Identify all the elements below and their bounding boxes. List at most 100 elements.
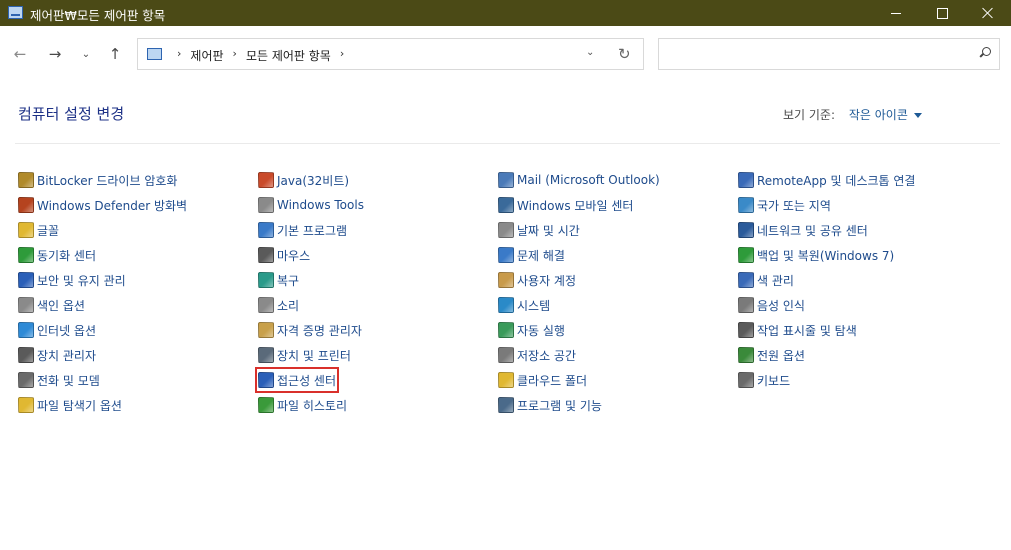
control-panel-item[interactable]: 자격 증명 관리자 (258, 320, 362, 340)
control-panel-item-label: 파일 히스토리 (277, 398, 348, 413)
page-title: 컴퓨터 설정 변경 (18, 105, 125, 123)
control-panel-item[interactable]: 네트워크 및 공유 센터 (738, 220, 868, 240)
breadcrumb: › 제어판 › 모든 제어판 항목 › (168, 47, 353, 64)
search-icon[interactable] (980, 47, 991, 57)
control-panel-item-label: 마우스 (277, 248, 311, 263)
view-by-label: 보기 기준: (783, 108, 836, 122)
control-panel-item[interactable]: 프로그램 및 기능 (498, 395, 602, 415)
control-panel-item[interactable]: 동기화 센터 (18, 245, 96, 265)
programs-icon (498, 397, 514, 413)
close-button[interactable] (965, 0, 1011, 26)
control-panel-item[interactable]: RemoteApp 및 데스크톱 연결 (738, 170, 915, 190)
remoteapp-icon (738, 172, 754, 188)
control-panel-item[interactable]: BitLocker 드라이브 암호화 (18, 170, 177, 190)
control-panel-item[interactable]: 전원 옵션 (738, 345, 805, 365)
control-panel-item[interactable]: 파일 히스토리 (258, 395, 347, 415)
control-panel-item[interactable]: 글꼴 (18, 220, 59, 240)
java-icon (258, 172, 274, 188)
control-panel-item[interactable]: Windows Defender 방화벽 (18, 195, 187, 215)
control-panel-item[interactable]: 마우스 (258, 245, 310, 265)
control-panel-item[interactable]: 색인 옵션 (18, 295, 85, 315)
flag-icon (18, 272, 34, 288)
control-panel-item-label: 접근성 센터 (277, 373, 337, 388)
control-panel-item[interactable]: 파일 탐색기 옵션 (18, 395, 122, 415)
control-panel-item[interactable]: Java(32비트) (258, 170, 349, 190)
control-panel-item-label: 작업 표시줄 및 탐색 (757, 323, 857, 338)
control-panel-item-label: BitLocker 드라이브 암호화 (37, 173, 178, 188)
back-button[interactable]: ← (9, 44, 31, 64)
up-button[interactable]: ↑ (104, 44, 126, 64)
control-panel-item[interactable]: 복구 (258, 270, 299, 290)
control-panel-item-label: 날짜 및 시간 (517, 223, 580, 238)
breadcrumb-separator[interactable]: › (340, 47, 344, 64)
control-panel-item[interactable]: 시스템 (498, 295, 550, 315)
control-panel-item-label: Windows 모바일 센터 (517, 198, 634, 213)
window-title: 제어판₩모든 제어판 항목 (30, 8, 166, 23)
view-by-value[interactable]: 작은 아이콘 (849, 108, 908, 122)
control-panel-item-label: 글꼴 (37, 223, 60, 238)
breadcrumb-control-panel[interactable]: 제어판 (190, 47, 223, 64)
recent-locations-button[interactable]: ⌄ (75, 44, 97, 64)
search-input[interactable] (658, 38, 1000, 70)
breadcrumb-separator[interactable]: › (233, 47, 237, 64)
fonts-icon (18, 222, 34, 238)
taskbar-icon (738, 322, 754, 338)
control-panel-item[interactable]: 전화 및 모뎀 (18, 370, 100, 390)
control-panel-item[interactable]: 날짜 및 시간 (498, 220, 580, 240)
control-panel-item[interactable]: Windows 모바일 센터 (498, 195, 633, 215)
control-panel-item[interactable]: 사용자 계정 (498, 270, 576, 290)
close-icon (982, 7, 994, 19)
network-icon (738, 222, 754, 238)
control-panel-item-label: Java(32비트) (277, 173, 350, 188)
control-panel-item-label: 국가 또는 지역 (757, 198, 831, 213)
control-panel-icon (8, 6, 23, 19)
control-panel-item[interactable]: 클라우드 폴더 (498, 370, 587, 390)
maximize-button[interactable] (919, 0, 965, 26)
control-panel-item[interactable]: 음성 인식 (738, 295, 805, 315)
users-icon (498, 272, 514, 288)
control-panel-item-label: 파일 탐색기 옵션 (37, 398, 122, 413)
control-panel-item[interactable]: 장치 관리자 (18, 345, 96, 365)
control-panel-item[interactable]: 문제 해결 (498, 245, 565, 265)
control-panel-item[interactable]: Windows Tools (258, 195, 364, 215)
device-manager-icon (18, 347, 34, 363)
control-panel-item-label: 네트워크 및 공유 센터 (757, 223, 868, 238)
view-by-dropdown[interactable]: 작은 아이콘 (849, 108, 922, 122)
control-panel-item-label: 키보드 (757, 373, 791, 388)
control-panel-item[interactable]: 소리 (258, 295, 299, 315)
forward-button[interactable]: → (44, 44, 66, 64)
clock-icon (498, 222, 514, 238)
control-panel-item[interactable]: 장치 및 프린터 (258, 345, 351, 365)
control-panel-item[interactable]: Mail (Microsoft Outlook) (498, 170, 660, 190)
refresh-button[interactable]: ↻ (618, 45, 631, 63)
control-panel-item[interactable]: 보안 및 유지 관리 (18, 270, 126, 290)
storage-icon (498, 347, 514, 363)
address-bar[interactable]: › 제어판 › 모든 제어판 항목 › ⌄ ↻ (137, 38, 644, 70)
control-panel-item-label: 음성 인식 (757, 298, 805, 313)
control-panel-item[interactable]: 저장소 공간 (498, 345, 576, 365)
control-panel-item[interactable]: 국가 또는 지역 (738, 195, 831, 215)
control-panel-item-label: 보안 및 유지 관리 (37, 273, 126, 288)
chevron-down-icon[interactable] (913, 113, 922, 118)
autoplay-icon (498, 322, 514, 338)
control-panel-item[interactable]: 기본 프로그램 (258, 220, 347, 240)
address-dropdown-button[interactable]: ⌄ (586, 47, 594, 58)
control-panel-item[interactable]: 키보드 (738, 370, 790, 390)
control-panel-item[interactable]: 자동 실행 (498, 320, 565, 340)
control-panel-item[interactable]: 인터넷 옵션 (18, 320, 96, 340)
indexing-icon (18, 297, 34, 313)
phone-modem-icon (18, 372, 34, 388)
control-panel-item-label: 전화 및 모뎀 (37, 373, 100, 388)
control-panel-item[interactable]: 작업 표시줄 및 탐색 (738, 320, 857, 340)
control-panel-item[interactable]: 백업 및 복원(Windows 7) (738, 245, 894, 265)
breadcrumb-all-items[interactable]: 모든 제어판 항목 (246, 47, 331, 64)
minimize-button[interactable] (873, 0, 919, 26)
control-panel-item-label: 자격 증명 관리자 (277, 323, 362, 338)
breadcrumb-separator[interactable]: › (177, 47, 181, 64)
microphone-icon (738, 297, 754, 313)
control-panel-item[interactable]: 색 관리 (738, 270, 794, 290)
troubleshoot-icon (498, 247, 514, 263)
printer-icon (258, 347, 274, 363)
bitlocker-icon (18, 172, 34, 188)
control-panel-item[interactable]: 접근성 센터 (254, 367, 340, 393)
